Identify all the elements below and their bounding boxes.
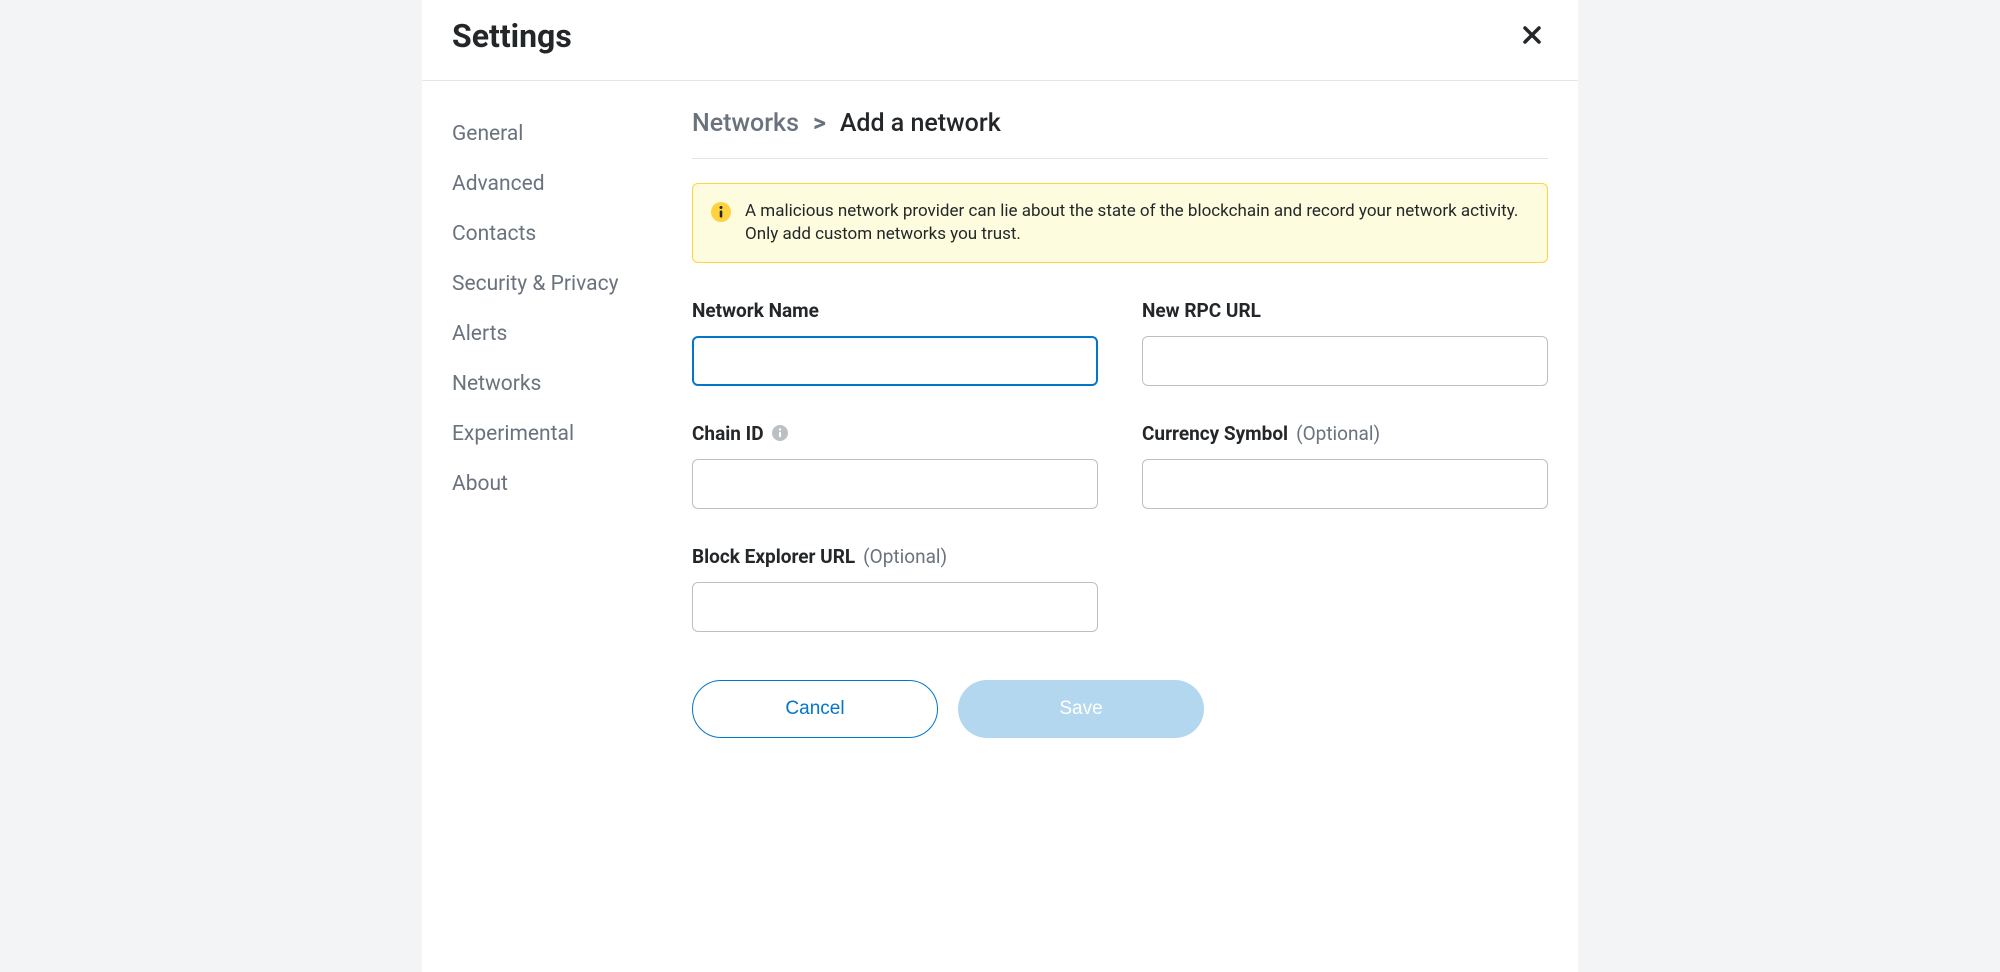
input-currency-symbol[interactable] <box>1142 459 1548 509</box>
field-rpc-url: New RPC URL <box>1142 299 1548 386</box>
warning-text: A malicious network provider can lie abo… <box>745 200 1529 246</box>
button-row: Cancel Save <box>692 680 1548 738</box>
sidebar-item-advanced[interactable]: Advanced <box>452 159 662 209</box>
info-icon[interactable] <box>772 425 788 441</box>
breadcrumb: Networks > Add a network <box>692 109 1548 159</box>
label-chain-id: Chain ID <box>692 422 764 445</box>
sidebar-item-about[interactable]: About <box>452 459 662 509</box>
save-button[interactable]: Save <box>958 680 1204 738</box>
input-network-name[interactable] <box>692 336 1098 386</box>
form-grid: Network Name New RPC URL Chain ID <box>692 299 1548 632</box>
modal-header: Settings <box>422 0 1578 81</box>
breadcrumb-networks[interactable]: Networks <box>692 109 799 138</box>
cancel-button[interactable]: Cancel <box>692 680 938 738</box>
breadcrumb-separator: > <box>813 109 826 138</box>
label-rpc-url: New RPC URL <box>1142 299 1261 322</box>
sidebar-item-experimental[interactable]: Experimental <box>452 409 662 459</box>
input-chain-id[interactable] <box>692 459 1098 509</box>
field-block-explorer: Block Explorer URL (Optional) <box>692 545 1098 632</box>
warning-banner: A malicious network provider can lie abo… <box>692 183 1548 263</box>
sidebar-item-contacts[interactable]: Contacts <box>452 209 662 259</box>
settings-sidebar: General Advanced Contacts Security & Pri… <box>422 81 662 768</box>
field-chain-id: Chain ID <box>692 422 1098 509</box>
label-network-name: Network Name <box>692 299 819 322</box>
sidebar-item-general[interactable]: General <box>452 109 662 159</box>
field-currency-symbol: Currency Symbol (Optional) <box>1142 422 1548 509</box>
modal-title: Settings <box>452 17 572 55</box>
input-block-explorer[interactable] <box>692 582 1098 632</box>
settings-modal: Settings General Advanced Contacts Secur… <box>422 0 1578 972</box>
content-area: Networks > Add a network A malicious net… <box>662 81 1578 768</box>
sidebar-item-networks[interactable]: Networks <box>452 359 662 409</box>
modal-body: General Advanced Contacts Security & Pri… <box>422 81 1578 768</box>
optional-currency-symbol: (Optional) <box>1296 422 1380 445</box>
info-warning-icon <box>711 202 731 222</box>
field-network-name: Network Name <box>692 299 1098 386</box>
sidebar-item-security-privacy[interactable]: Security & Privacy <box>452 259 662 309</box>
close-icon <box>1520 23 1544 47</box>
breadcrumb-current: Add a network <box>840 109 1001 138</box>
close-button[interactable] <box>1516 16 1548 56</box>
sidebar-item-alerts[interactable]: Alerts <box>452 309 662 359</box>
label-block-explorer: Block Explorer URL <box>692 545 855 568</box>
optional-block-explorer: (Optional) <box>863 545 947 568</box>
label-currency-symbol: Currency Symbol <box>1142 422 1288 445</box>
input-rpc-url[interactable] <box>1142 336 1548 386</box>
